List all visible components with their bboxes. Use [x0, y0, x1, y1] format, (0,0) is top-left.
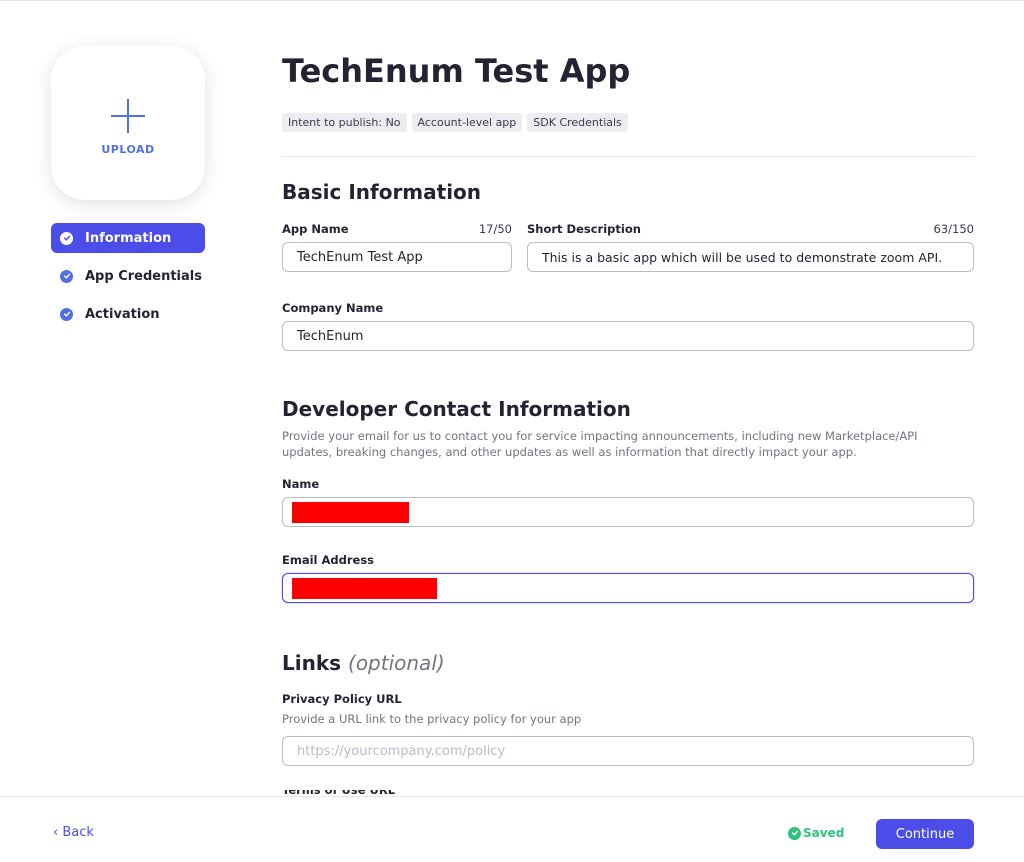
check-circle-icon	[60, 231, 73, 245]
tag-account-level: Account-level app	[411, 113, 523, 132]
sidebar-item-label: App Credentials	[85, 268, 202, 284]
tag-intent-to-publish: Intent to publish: No	[282, 113, 407, 132]
app-name-value: TechEnum Test App	[297, 249, 423, 265]
app-name-label: App Name	[282, 222, 349, 236]
page-title: TechEnum Test App	[282, 52, 631, 90]
email-field[interactable]	[282, 573, 974, 603]
back-button[interactable]: ‹ Back	[53, 825, 94, 840]
upload-label: UPLOAD	[101, 142, 155, 156]
check-circle-icon	[788, 826, 801, 840]
short-description-input[interactable]: This is a basic app which will be used t…	[527, 242, 974, 272]
email-address-label: Email Address	[282, 553, 375, 567]
redacted-name-value	[292, 502, 409, 523]
short-description-counter: 63/150	[933, 222, 974, 236]
continue-button[interactable]: Continue	[876, 819, 974, 849]
app-icon-upload-button[interactable]: UPLOAD	[51, 46, 205, 200]
section-title-links: Links (optional)	[282, 651, 445, 675]
contact-name-label: Name	[282, 477, 320, 491]
check-circle-icon	[60, 307, 73, 321]
privacy-policy-url-input[interactable]: https://yourcompany.com/policy	[282, 736, 974, 766]
company-name-input[interactable]: TechEnum	[282, 321, 974, 351]
plus-icon	[111, 98, 145, 133]
back-label: Back	[62, 825, 94, 840]
sidebar-item-activation[interactable]: Activation	[51, 299, 205, 329]
section-title-basic-information: Basic Information	[282, 180, 482, 204]
links-optional-label: (optional)	[348, 651, 445, 675]
short-description-label: Short Description	[527, 222, 641, 236]
privacy-policy-label: Privacy Policy URL	[282, 692, 402, 706]
links-title: Links	[282, 651, 342, 675]
chevron-left-icon: ‹	[53, 825, 63, 840]
section-title-developer-contact: Developer Contact Information	[282, 397, 631, 421]
sidebar-item-information[interactable]: Information	[51, 223, 205, 253]
saved-status: Saved	[788, 826, 844, 840]
sidebar-item-label: Information	[85, 230, 172, 246]
app-name-input[interactable]: TechEnum Test App	[282, 242, 512, 272]
header-divider	[282, 156, 974, 157]
sidebar-nav: Information App Credentials Activation	[51, 223, 205, 337]
app-tags: Intent to publish: No Account-level app …	[282, 113, 628, 132]
tag-sdk-credentials: SDK Credentials	[527, 113, 628, 132]
redacted-email-value	[292, 578, 437, 599]
developer-contact-description: Provide your email for us to contact you…	[282, 429, 918, 459]
privacy-policy-placeholder: https://yourcompany.com/policy	[297, 743, 506, 759]
short-description-value: This is a basic app which will be used t…	[542, 249, 943, 265]
check-circle-icon	[60, 269, 73, 283]
top-border	[0, 0, 1024, 1]
contact-name-input[interactable]	[282, 497, 974, 527]
company-name-label: Company Name	[282, 301, 384, 315]
footer-bar: ‹ Back Saved Continue	[0, 796, 1024, 862]
sidebar-item-app-credentials[interactable]: App Credentials	[51, 261, 205, 291]
saved-label: Saved	[803, 826, 845, 840]
sidebar-item-label: Activation	[85, 306, 160, 322]
app-name-counter: 17/50	[478, 222, 512, 236]
privacy-policy-help: Provide a URL link to the privacy policy…	[282, 712, 582, 726]
company-name-value: TechEnum	[297, 328, 364, 344]
